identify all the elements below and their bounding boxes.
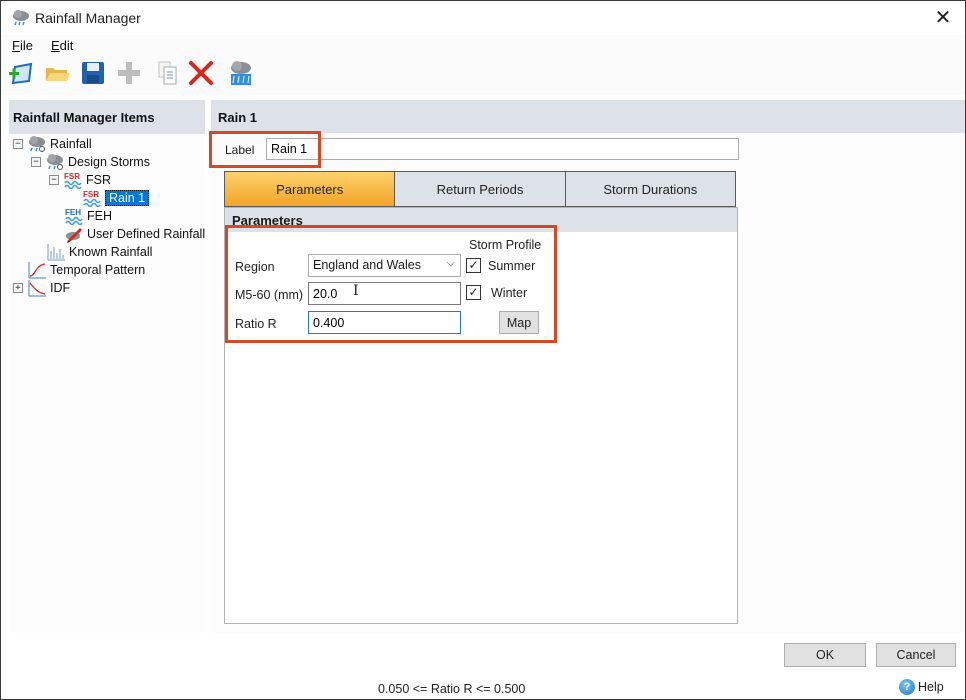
save-icon (82, 62, 104, 84)
tree-item-label: Rainfall (50, 137, 92, 151)
collapse-icon[interactable]: − (31, 157, 41, 167)
pencil-icon (66, 228, 82, 243)
tree-item-label: Known Rainfall (69, 245, 153, 259)
help-icon: ? (899, 679, 915, 695)
ok-button[interactable]: OK (784, 643, 866, 667)
delete-button[interactable] (187, 59, 217, 91)
summer-label: Summer (488, 259, 536, 273)
tab-storm-durations[interactable]: Storm Durations (565, 172, 735, 206)
open-button[interactable] (43, 59, 73, 91)
toolbar (1, 57, 965, 95)
ratio-input[interactable] (308, 311, 461, 334)
rainfall-icon (231, 61, 251, 85)
map-button[interactable]: Map (499, 311, 539, 334)
ratio-label: Ratio R (235, 317, 277, 331)
item-title: Rain 1 (211, 100, 965, 133)
close-button[interactable]: ✕ (931, 6, 955, 30)
tree-item-fsr[interactable]: − FSR FSR (49, 171, 111, 189)
svg-text:FSR: FSR (83, 190, 99, 199)
cloud-rain-icon (47, 154, 63, 170)
help-link[interactable]: ? Help (899, 679, 944, 695)
add-icon (118, 62, 140, 84)
new-button[interactable] (7, 59, 37, 91)
label-input[interactable] (266, 138, 739, 160)
tree-item-rainfall[interactable]: − Rainfall (13, 135, 92, 153)
tab-bar: Parameters Return Periods Storm Duration… (224, 171, 736, 207)
tree-item-user-defined-rainfall[interactable]: User Defined Rainfall (64, 225, 205, 243)
expand-icon[interactable]: + (13, 283, 23, 293)
open-folder-icon (46, 68, 70, 81)
tree-panel: Rainfall Manager Items − Rainfall − Desi… (9, 100, 205, 633)
tree-item-label: Temporal Pattern (50, 263, 146, 277)
delete-icon (189, 61, 213, 85)
winter-checkbox[interactable]: ✓ (466, 285, 481, 300)
tree-item-known-rainfall[interactable]: Known Rainfall (46, 243, 152, 261)
close-icon: ✕ (934, 7, 952, 29)
tree-item-rain-1[interactable]: FSR Rain 1 (82, 189, 150, 207)
tree-item-label: User Defined Rainfall (87, 227, 206, 241)
m560-label: M5-60 (mm) (235, 288, 304, 302)
add-button[interactable] (115, 59, 145, 91)
tree-item-label: IDF (50, 281, 71, 295)
tree-item-label: FSR (86, 173, 111, 187)
parameters-panel: Parameters Storm Profile Region England … (224, 207, 738, 624)
region-select[interactable]: England and Wales ⌵ (308, 254, 461, 277)
window-title: Rainfall Manager (35, 10, 141, 26)
tree-item-idf[interactable]: + IDF (13, 279, 70, 297)
menu-bar: File Edit (1, 35, 965, 57)
svg-text:FSR: FSR (64, 172, 80, 181)
tab-parameters[interactable]: Parameters (225, 172, 396, 206)
feh-icon: FEH (65, 208, 83, 225)
region-label: Region (235, 260, 275, 274)
main-panel: Rain 1 Label Parameters Return Periods S… (209, 100, 965, 633)
tree-item-label: Rain 1 (105, 190, 150, 206)
copy-button[interactable] (153, 59, 183, 91)
tree-header: Rainfall Manager Items (9, 100, 205, 134)
idf-chart-icon (28, 280, 46, 297)
fsr-icon: FSR (83, 190, 101, 207)
cloud-rain-icon (11, 9, 31, 27)
menu-edit[interactable]: Edit (51, 38, 73, 53)
save-button[interactable] (79, 59, 109, 91)
label-caption: Label (225, 143, 255, 157)
copy-icon (158, 61, 177, 85)
collapse-icon[interactable]: − (49, 175, 59, 185)
tree-item-label: Design Storms (68, 155, 150, 169)
tree-item-label: FEH (87, 209, 112, 223)
tree-item-feh[interactable]: FEH FEH (64, 207, 112, 225)
text-cursor-icon: I (353, 283, 359, 299)
chevron-down-icon: ⌵ (446, 257, 455, 269)
tree-item-temporal-pattern[interactable]: Temporal Pattern (27, 261, 145, 279)
m560-input[interactable] (308, 282, 461, 305)
title-bar: Rainfall Manager ✕ (1, 1, 965, 35)
bar-chart-icon (47, 244, 65, 261)
fsr-icon: FSR (64, 172, 82, 189)
rainfall-manager-window: Rainfall Manager ✕ File Edit Rainfall Ma… (0, 0, 966, 700)
menu-file[interactable]: File (12, 38, 33, 53)
cloud-rain-icon (29, 136, 45, 152)
tree-item-design-storms[interactable]: − Design Storms (31, 153, 150, 171)
cancel-button[interactable]: Cancel (876, 643, 956, 667)
section-title: Parameters (225, 208, 737, 232)
rainfall-button[interactable] (227, 59, 257, 91)
help-label: Help (918, 680, 944, 694)
tab-return-periods[interactable]: Return Periods (395, 172, 566, 206)
storm-profile-label: Storm Profile (469, 238, 542, 252)
curve-chart-icon (28, 262, 46, 279)
winter-label: Winter (491, 286, 528, 300)
summer-checkbox[interactable]: ✓ (466, 258, 481, 273)
svg-text:FEH: FEH (65, 208, 81, 217)
status-message: 0.050 <= Ratio R <= 0.500 (378, 682, 526, 696)
collapse-icon[interactable]: − (13, 139, 23, 149)
region-value: England and Wales (313, 258, 421, 272)
new-icon (9, 62, 33, 85)
